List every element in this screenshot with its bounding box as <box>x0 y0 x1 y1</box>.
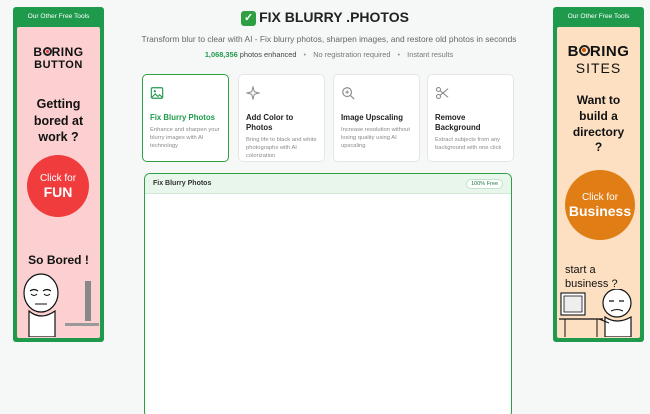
bored-meme-icon <box>23 273 99 337</box>
tool-card-fix-blurry[interactable]: Fix Blurry Photos Enhance and sharpen yo… <box>142 74 229 162</box>
photos-count-label: photos enhanced <box>239 50 297 59</box>
separator-dot: • <box>303 50 307 59</box>
panel-header: Fix Blurry Photos 100% Free <box>145 174 511 194</box>
left-ad-cta-button[interactable]: Click for FUN <box>27 155 89 217</box>
page-subtitle: Transform blur to clear with AI - Fix bl… <box>141 34 517 44</box>
right-ad-cta-button[interactable]: Click for Business <box>565 170 635 240</box>
left-ad-footer: So Bored ! <box>28 253 89 267</box>
desk-meme-icon <box>559 289 632 337</box>
left-ad-headline: Getting bored at work ? <box>33 97 84 144</box>
tool-card-remove-bg[interactable]: Remove Background Extract subjects from … <box>427 74 514 162</box>
sparkle-icon <box>245 85 261 101</box>
zoom-icon <box>342 87 355 100</box>
image-icon <box>150 87 164 99</box>
cta-line2: Business <box>568 202 632 219</box>
tool-desc: Extract subjects from any background wit… <box>435 137 502 152</box>
tool-card-upscaling[interactable]: Image Upscaling Increase resolution with… <box>333 74 420 162</box>
tool-desc: Increase resolution without losing quali… <box>341 127 410 149</box>
separator-dot: • <box>397 50 401 59</box>
photos-count: 1,068,356 <box>204 50 238 59</box>
cta-line1: Click for <box>581 191 619 203</box>
stats-bar: 1,068,356 photos enhanced • No registrat… <box>0 50 650 59</box>
tool-title: Add Color to Photos <box>246 113 294 133</box>
cta-line1: Click for <box>39 172 77 184</box>
right-ad-footer: start a business ? <box>565 264 618 291</box>
page-title: ✓ FIX BLURRY .PHOTOS <box>0 9 650 26</box>
right-ad-card[interactable]: B RING SITES Want to build a directory ? … <box>557 27 640 338</box>
cta-line2: FUN <box>43 183 73 200</box>
scissors-icon <box>435 86 449 100</box>
check-icon: ✓ <box>241 11 257 26</box>
brand-bottom: SITES <box>575 60 622 76</box>
tool-title: Fix Blurry Photos <box>150 113 215 122</box>
tool-title: Remove Background <box>435 113 481 133</box>
tool-card-add-color[interactable]: Add Color to Photos Bring life to black … <box>238 74 325 162</box>
tool-cards: Fix Blurry Photos Enhance and sharpen yo… <box>142 74 514 162</box>
tool-desc: Enhance and sharpen your blurry images w… <box>150 127 220 149</box>
brand-bottom: BUTTON <box>34 59 83 71</box>
tool-desc: Bring life to black and white photograph… <box>246 137 317 159</box>
left-ad-card[interactable]: B RING BUTTON Getting bored at work ? Cli… <box>17 27 100 338</box>
free-badge: 100% Free <box>466 178 503 189</box>
tool-title: Image Upscaling <box>341 113 403 122</box>
instant-results-text: Instant results <box>407 50 454 59</box>
right-ad-headline: Want to build a directory ? <box>572 93 625 155</box>
right-ad-brand: B RING SITES <box>557 43 640 76</box>
page-title-text: FIX BLURRY .PHOTOS <box>259 9 409 25</box>
tool-panel: Fix Blurry Photos 100% Free <box>144 173 512 414</box>
panel-title: Fix Blurry Photos <box>153 180 212 187</box>
no-registration-text: No registration required <box>313 50 391 59</box>
upload-area[interactable] <box>145 194 511 414</box>
